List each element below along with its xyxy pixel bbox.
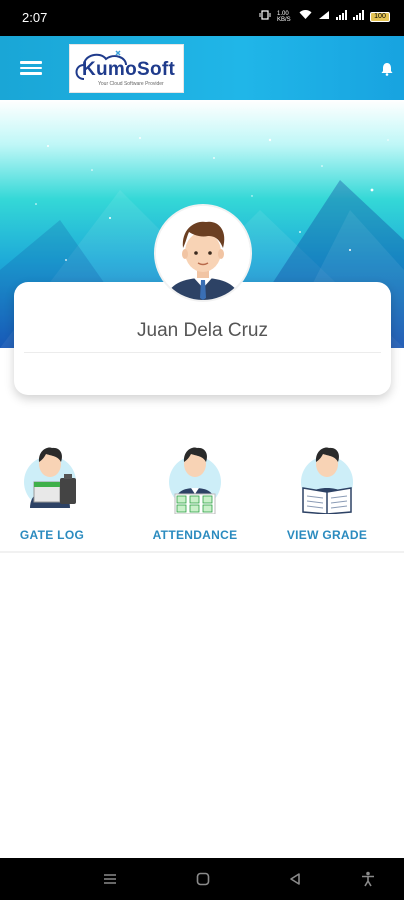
actions-row: GATE LOG ATTENDANCE VIEW GRADE: [0, 430, 404, 550]
network-speed: 1.00 KB/S: [277, 10, 291, 23]
logo-text: KumoSoft: [82, 59, 176, 80]
view-grade-button[interactable]: VIEW GRADE: [267, 430, 387, 550]
profile-divider: [24, 352, 381, 353]
logo-tagline: Your Cloud Software Provider: [98, 81, 164, 87]
battery-icon: 100: [370, 11, 390, 22]
actions-divider: [0, 551, 404, 553]
attendance-icon: [163, 438, 227, 515]
signal-icon: [336, 10, 347, 23]
accessibility-icon[interactable]: [360, 871, 376, 887]
menu-icon[interactable]: [20, 58, 42, 78]
home-icon[interactable]: [195, 871, 211, 887]
recents-icon[interactable]: [102, 871, 118, 887]
view-grade-icon: [295, 438, 359, 515]
wifi-icon: [299, 10, 312, 23]
avatar: [154, 204, 252, 302]
status-time: 2:07: [22, 10, 48, 25]
view-grade-label: VIEW GRADE: [286, 528, 368, 542]
back-icon[interactable]: [287, 871, 303, 887]
attendance-label: ATTENDANCE: [152, 528, 238, 542]
bell-icon[interactable]: [380, 62, 394, 76]
app-bar: KumoSoft Your Cloud Software Provider: [0, 36, 404, 100]
student-name: Juan Dela Cruz: [137, 320, 268, 341]
attendance-button[interactable]: ATTENDANCE: [135, 430, 255, 550]
status-bar: 2:07 1.00 KB/S 100: [0, 0, 404, 36]
status-icons: 1.00 KB/S 100: [259, 10, 390, 23]
volte-icon: [318, 10, 330, 23]
vibrate-icon: [259, 10, 271, 23]
gate-log-button[interactable]: GATE LOG: [0, 430, 112, 550]
app-logo: KumoSoft Your Cloud Software Provider: [69, 44, 184, 93]
gate-log-icon: [20, 438, 84, 514]
gate-log-label: GATE LOG: [19, 528, 85, 542]
signal-icon-2: [353, 10, 364, 23]
system-nav-bar: [0, 858, 404, 900]
